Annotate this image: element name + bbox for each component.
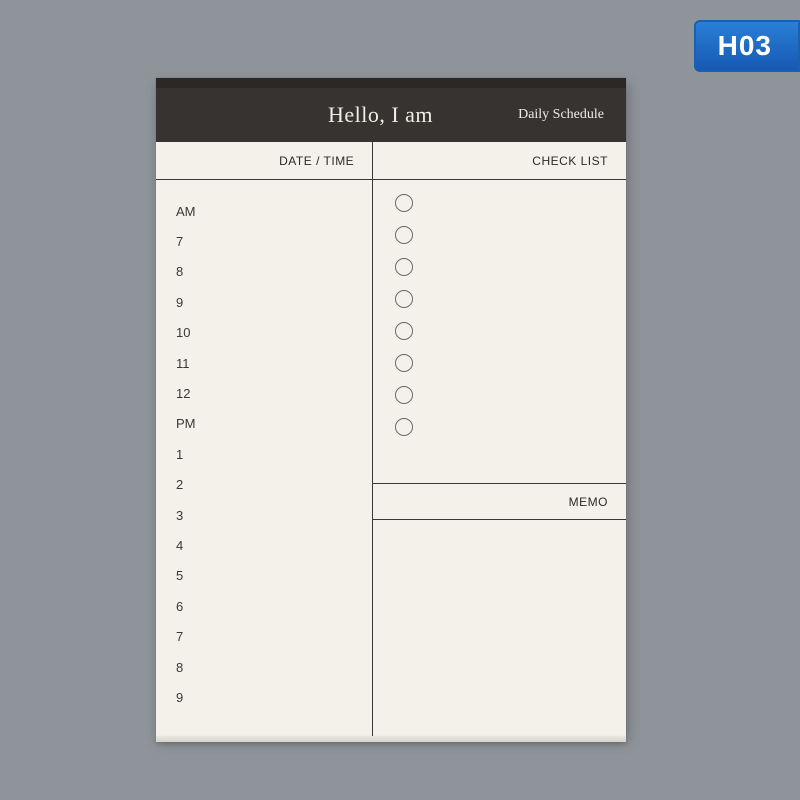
time-row: 3 — [176, 500, 372, 530]
notepad-header: Hello, I am Daily Schedule — [156, 88, 626, 142]
time-row: 8 — [176, 652, 372, 682]
notepad: Hello, I am Daily Schedule DATE / TIME A… — [156, 78, 626, 736]
product-code-badge: H03 — [694, 20, 800, 72]
left-column: DATE / TIME AM789101112PM123456789 — [156, 142, 372, 736]
notepad-binding — [156, 78, 626, 88]
header-title: Hello, I am — [328, 102, 433, 128]
check-circle-icon — [395, 194, 413, 212]
time-row: 12 — [176, 378, 372, 408]
check-circle-icon — [395, 322, 413, 340]
check-circle-icon — [395, 258, 413, 276]
checklist-section-header: CHECK LIST — [373, 142, 626, 180]
memo-area — [373, 520, 626, 736]
time-row: 4 — [176, 530, 372, 560]
notepad-body: DATE / TIME AM789101112PM123456789 CHECK… — [156, 142, 626, 736]
time-row: 7 — [176, 226, 372, 256]
check-circle-icon — [395, 290, 413, 308]
memo-label: MEMO — [569, 495, 608, 509]
checklist — [373, 180, 626, 484]
check-circle-icon — [395, 354, 413, 372]
time-row: 10 — [176, 318, 372, 348]
time-row: PM — [176, 409, 372, 439]
datetime-label: DATE / TIME — [279, 154, 354, 168]
header-subtitle: Daily Schedule — [518, 107, 604, 123]
time-row: 9 — [176, 287, 372, 317]
schedule-list: AM789101112PM123456789 — [156, 180, 372, 736]
time-row: 11 — [176, 348, 372, 378]
time-row: 8 — [176, 257, 372, 287]
time-row: 7 — [176, 621, 372, 651]
time-row: 5 — [176, 561, 372, 591]
check-circle-icon — [395, 226, 413, 244]
right-column: CHECK LIST MEMO — [372, 142, 626, 736]
time-row: 9 — [176, 682, 372, 712]
time-row: 1 — [176, 439, 372, 469]
checklist-label: CHECK LIST — [532, 154, 608, 168]
badge-label: H03 — [718, 30, 772, 61]
time-row: 2 — [176, 470, 372, 500]
time-row: AM — [176, 196, 372, 226]
check-circle-icon — [395, 418, 413, 436]
memo-section-header: MEMO — [373, 484, 626, 520]
check-circle-icon — [395, 386, 413, 404]
datetime-section-header: DATE / TIME — [156, 142, 372, 180]
pages-edge — [156, 736, 626, 742]
time-row: 6 — [176, 591, 372, 621]
